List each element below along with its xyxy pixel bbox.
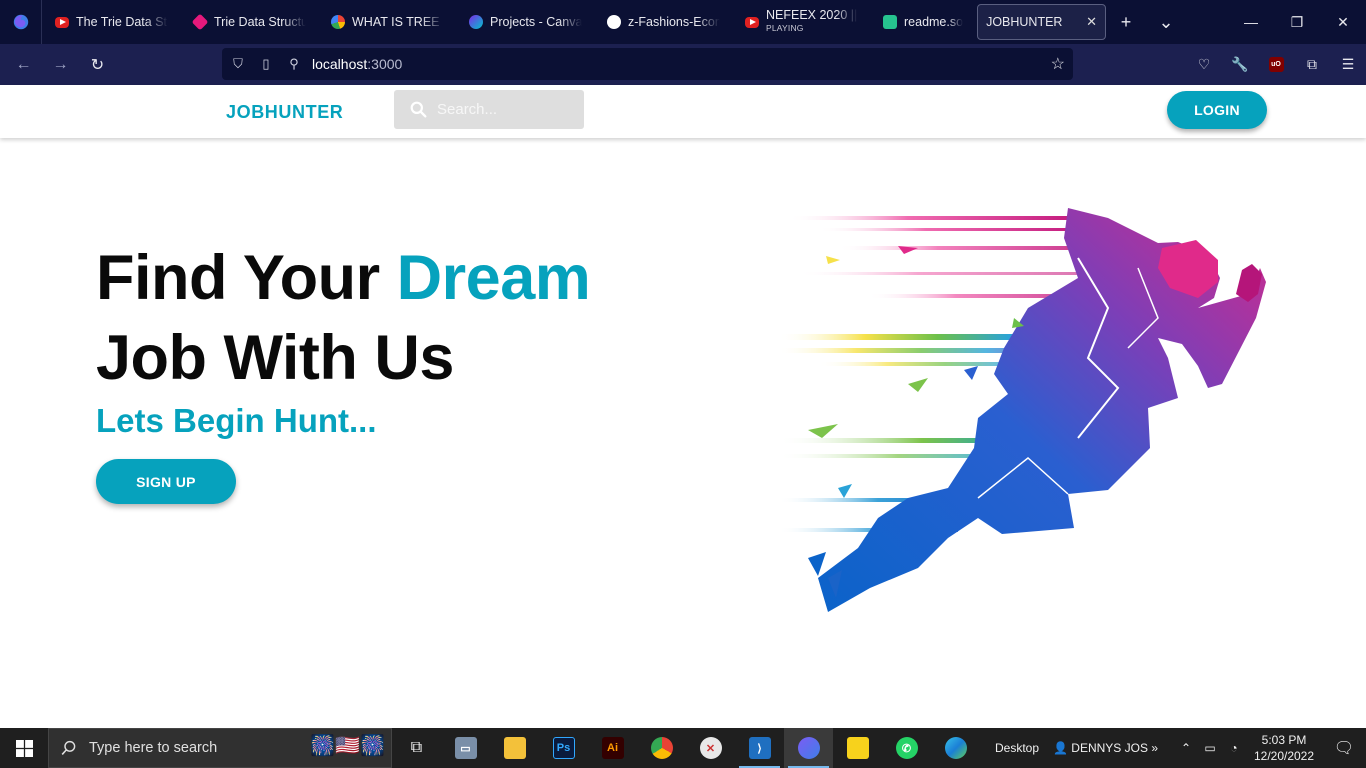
canva-icon <box>469 15 483 29</box>
system-tray: Desktop 👤 DENNYS JOS » ⌃ ▭ ◔ 5:03 PM 12/… <box>995 728 1366 768</box>
chrome-icon[interactable] <box>637 728 686 768</box>
minimize-icon[interactable]: — <box>1228 0 1274 44</box>
browser-nav-bar: ← → ↻ ⛉ ▯ ⚲ localhost:3000 ☆ ♡ 🔧 uO ⧉ ☰ <box>0 44 1366 85</box>
user-toolbar[interactable]: 👤 DENNYS JOS » <box>1053 741 1158 755</box>
browser-tab-active[interactable]: JOBHUNTER ✕ <box>977 4 1107 40</box>
permissions-icon[interactable]: ⚲ <box>280 56 308 72</box>
extensions-icon[interactable]: ⧉ <box>1294 44 1330 85</box>
notifications-icon[interactable]: 🗨 <box>1322 738 1366 758</box>
close-window-icon[interactable]: ✕ <box>1320 0 1366 44</box>
tray-overflow-icon[interactable]: ⌃ <box>1174 741 1198 755</box>
compass-app-icon[interactable]: ✕ <box>686 728 735 768</box>
wifi-icon[interactable]: ◔ <box>1222 741 1246 755</box>
photoshop-icon[interactable]: Ps <box>539 728 588 768</box>
edge-icon[interactable] <box>931 728 980 768</box>
tab-title: The Trie Data Stru <box>76 15 168 29</box>
windows-start-icon[interactable] <box>0 728 48 768</box>
search-box[interactable] <box>394 90 584 129</box>
list-tabs-chevron-icon[interactable]: ⌄ <box>1146 0 1186 44</box>
browser-tab[interactable]: z-Fashions-Ecom <box>594 0 732 44</box>
back-arrow-icon[interactable]: ← <box>5 44 42 85</box>
hero-title: Find Your Dream Job With Us <box>96 238 591 398</box>
tab-playing-label: PLAYING <box>766 23 804 33</box>
trie-site-icon <box>191 13 209 31</box>
illustrator-icon[interactable]: Ai <box>588 728 637 768</box>
tab-title: NEFEEX 2020 || To <box>766 9 858 22</box>
firefox-menu-icon[interactable] <box>0 0 42 44</box>
tab-title: WHAT IS TREE DA <box>352 15 444 29</box>
sticky-notes-icon[interactable] <box>833 728 882 768</box>
hero-title-line2: Job With Us <box>96 323 454 393</box>
address-bar[interactable]: ⛉ ▯ ⚲ localhost:3000 ☆ <box>222 48 1073 80</box>
close-tab-icon[interactable]: ✕ <box>1086 14 1097 30</box>
running-man-illustration <box>778 208 1266 612</box>
tab-title: readme.so <box>904 15 964 29</box>
fireworks-flag-icon: 🎆🇺🇸🎆 <box>310 735 385 757</box>
clock-time: 5:03 PM <box>1261 733 1307 747</box>
pocket-icon[interactable]: ♡ <box>1186 44 1222 85</box>
url-text: localhost:3000 <box>312 56 403 72</box>
hero-title-accent: Dream <box>396 243 591 313</box>
browser-tab[interactable]: Projects - Canva <box>456 0 594 44</box>
restore-icon[interactable]: ❐ <box>1274 0 1320 44</box>
whatsapp-icon[interactable]: ✆ <box>882 728 931 768</box>
photos-app-icon[interactable]: ▭ <box>441 728 490 768</box>
youtube-icon <box>745 16 759 28</box>
ublock-icon[interactable]: uO <box>1258 44 1294 85</box>
hero-subtitle: Lets Begin Hunt... <box>96 402 377 439</box>
reload-icon[interactable]: ↻ <box>79 44 116 85</box>
hamburger-menu-icon[interactable]: ☰ <box>1330 44 1366 85</box>
forward-arrow-icon[interactable]: → <box>42 44 79 85</box>
site-header: JOBHUNTER LOGIN <box>0 85 1366 138</box>
new-tab-button[interactable]: + <box>1106 0 1146 44</box>
signup-button[interactable]: SIGN UP <box>96 459 236 504</box>
task-view-icon[interactable]: ⧉ <box>392 728 441 768</box>
windows-taskbar: Type here to search 🎆🇺🇸🎆 ⧉ ▭ Ps Ai ✕ ⟩ ✆… <box>0 728 1366 768</box>
search-icon <box>410 101 427 118</box>
search-input[interactable] <box>437 101 567 118</box>
brand-logo[interactable]: JOBHUNTER <box>226 102 343 123</box>
taskbar-search-icon <box>61 740 76 755</box>
desktop-toolbar-label[interactable]: Desktop <box>995 741 1039 755</box>
wrench-icon[interactable]: 🔧 <box>1222 44 1258 85</box>
clock-date: 12/20/2022 <box>1253 749 1315 763</box>
bookmark-star-icon[interactable]: ☆ <box>1051 54 1065 74</box>
taskbar-search-box[interactable]: Type here to search 🎆🇺🇸🎆 <box>48 728 392 768</box>
readme-icon <box>883 15 897 29</box>
browser-tab[interactable]: Trie Data Structur <box>180 0 318 44</box>
page-icon[interactable]: ▯ <box>252 56 280 72</box>
hero-title-part1: Find Your <box>96 243 397 313</box>
vscode-icon[interactable]: ⟩ <box>735 728 784 768</box>
github-icon <box>607 15 621 29</box>
tab-title: Trie Data Structur <box>214 15 306 29</box>
login-button[interactable]: LOGIN <box>1167 91 1267 129</box>
browser-tab[interactable]: readme.so <box>870 0 975 44</box>
firefox-taskbar-icon[interactable] <box>784 728 833 768</box>
browser-tab[interactable]: WHAT IS TREE DA <box>318 0 456 44</box>
browser-tab[interactable]: NEFEEX 2020 || To PLAYING <box>732 0 870 44</box>
browser-tab-bar: The Trie Data Stru Trie Data Structur WH… <box>0 0 1366 44</box>
tab-title: JOBHUNTER <box>986 15 1063 29</box>
browser-tab[interactable]: The Trie Data Stru <box>42 0 180 44</box>
shield-icon[interactable]: ⛉ <box>224 56 252 72</box>
battery-icon[interactable]: ▭ <box>1198 741 1222 755</box>
youtube-icon <box>55 16 69 28</box>
file-explorer-icon[interactable] <box>490 728 539 768</box>
tab-title: z-Fashions-Ecom <box>628 15 720 29</box>
taskbar-search-placeholder: Type here to search <box>89 740 218 756</box>
tab-title: Projects - Canva <box>490 15 582 29</box>
user-label: DENNYS JOS <box>1071 741 1148 755</box>
google-icon <box>331 15 345 29</box>
clock[interactable]: 5:03 PM 12/20/2022 <box>1246 732 1322 764</box>
